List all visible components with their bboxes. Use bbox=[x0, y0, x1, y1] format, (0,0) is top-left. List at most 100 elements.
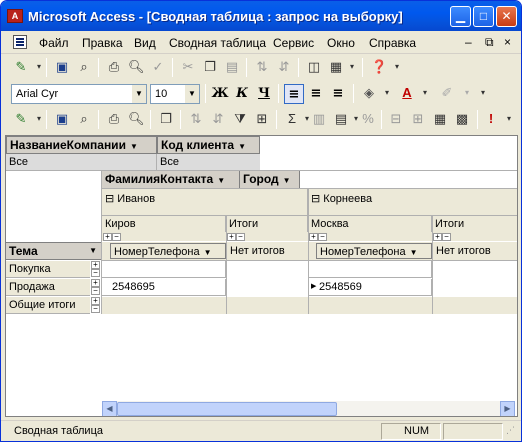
expand-icon[interactable]: + bbox=[227, 233, 236, 241]
autofilter-icon[interactable]: ⧩ bbox=[232, 111, 248, 127]
horizontal-scrollbar[interactable]: ◀ ▶ bbox=[102, 401, 515, 416]
sort-ascending-icon[interactable]: ⇅ bbox=[188, 111, 204, 127]
minimize-button[interactable]: ▁ bbox=[450, 6, 471, 27]
expand-icon[interactable]: + bbox=[309, 233, 318, 241]
cut-icon[interactable]: ✂ bbox=[180, 59, 196, 75]
copy-icon[interactable]: ❐ bbox=[202, 59, 218, 75]
table-cell-phone-korneeva[interactable]: ▶ 2548569 bbox=[308, 279, 432, 296]
line-color-icon[interactable]: ✐ bbox=[439, 85, 455, 101]
hide-details-icon[interactable]: ▦ bbox=[432, 111, 448, 127]
chevron-down-icon[interactable]: ▼ bbox=[130, 142, 138, 151]
collapse-icon[interactable]: − bbox=[442, 233, 451, 241]
copy-icon[interactable]: ❐ bbox=[158, 111, 174, 127]
column-group-korneeva[interactable]: ⊟ Корнеева bbox=[308, 189, 517, 215]
collapse-icon[interactable]: ⊟ bbox=[311, 193, 320, 205]
chevron-down-icon[interactable]: ▼ bbox=[185, 85, 199, 103]
menu-tools[interactable]: Сервис bbox=[273, 36, 314, 50]
font-color-icon[interactable]: A bbox=[399, 85, 415, 101]
data-field-phone-ivanov[interactable]: НомерТелефона ▼ bbox=[110, 243, 226, 259]
table-cell-phone-ivanov[interactable]: 2548695 bbox=[102, 279, 226, 296]
collapse-icon[interactable]: − bbox=[91, 305, 100, 313]
doc-close-icon[interactable]: × bbox=[504, 35, 511, 49]
line-color-dropdown-icon[interactable]: ▾ bbox=[459, 85, 475, 101]
maximize-button[interactable]: □ bbox=[473, 6, 494, 27]
row-field-theme[interactable]: Тема ▼ bbox=[6, 242, 102, 260]
scroll-thumb[interactable] bbox=[117, 402, 337, 416]
toolbar-options-icon[interactable]: ▾ bbox=[501, 111, 517, 127]
data-field-phone-korneeva[interactable]: НомерТелефона ▼ bbox=[316, 243, 432, 259]
fill-color-dropdown-icon[interactable]: ▾ bbox=[379, 85, 395, 101]
table-cell[interactable] bbox=[308, 261, 432, 278]
column-field-city[interactable]: Город ▼ bbox=[240, 171, 300, 188]
print-icon[interactable]: ⎙ bbox=[106, 111, 122, 127]
collapse-icon[interactable]: ⊟ bbox=[388, 111, 404, 127]
print-icon[interactable]: ⎙ bbox=[106, 59, 122, 75]
chevron-down-icon[interactable]: ▼ bbox=[204, 248, 212, 257]
toolbar-options-icon[interactable]: ▾ bbox=[475, 85, 491, 101]
bold-button[interactable]: Ж bbox=[210, 84, 230, 104]
file-search-icon[interactable]: ⌕ bbox=[76, 59, 92, 75]
show-details-icon[interactable]: ▩ bbox=[454, 111, 470, 127]
sort-descending-icon[interactable]: ⇵ bbox=[210, 111, 226, 127]
print-preview-icon[interactable]: 🔍︎ bbox=[128, 111, 145, 127]
pivot-table-area[interactable]: НазваниеКомпании ▼ Код клиента ▼ Все Все Ф… bbox=[5, 135, 518, 417]
collapse-icon[interactable]: − bbox=[112, 233, 121, 241]
font-color-dropdown-icon[interactable]: ▾ bbox=[417, 85, 433, 101]
view-dropdown-icon[interactable]: ▾ bbox=[31, 59, 47, 75]
row-label-sale[interactable]: Продажа bbox=[6, 279, 90, 296]
calculated-totals-icon[interactable]: ▤ bbox=[333, 111, 349, 127]
filter-field-company[interactable]: НазваниеКомпании ▼ bbox=[6, 136, 157, 154]
font-size-combo[interactable]: 10 ▼ bbox=[150, 84, 200, 104]
column-totals-korneeva[interactable]: Итоги bbox=[432, 216, 517, 232]
menu-pivot-table[interactable]: Сводная таблица bbox=[169, 36, 266, 50]
scroll-left-icon[interactable]: ◀ bbox=[102, 401, 117, 416]
save-icon[interactable]: ▣ bbox=[54, 59, 70, 75]
column-field-contact-name[interactable]: ФамилияКонтакта ▼ bbox=[102, 171, 240, 188]
file-search-icon[interactable]: ⌕ bbox=[76, 111, 92, 127]
refresh-icon[interactable]: ! bbox=[483, 111, 499, 127]
expand-icon[interactable]: ⊞ bbox=[410, 111, 426, 127]
title-bar[interactable]: A Microsoft Access - [Сводная таблица : … bbox=[1, 1, 521, 31]
doc-restore-icon[interactable]: ⧉ bbox=[485, 35, 494, 50]
show-top-bottom-icon[interactable]: ⊞ bbox=[254, 111, 270, 127]
doc-minimize-icon[interactable]: – bbox=[465, 35, 472, 49]
chevron-down-icon[interactable]: ▼ bbox=[283, 176, 291, 185]
column-city-moscow[interactable]: Москва bbox=[308, 216, 432, 232]
scroll-right-icon[interactable]: ▶ bbox=[500, 401, 515, 416]
column-totals-ivanov[interactable]: Итоги bbox=[226, 216, 308, 232]
align-right-icon[interactable]: ≡ bbox=[328, 84, 348, 104]
chevron-down-icon[interactable]: ▼ bbox=[89, 243, 97, 259]
collapse-icon[interactable]: − bbox=[91, 287, 100, 295]
menu-help[interactable]: Справка bbox=[369, 36, 416, 50]
close-button[interactable]: ✕ bbox=[496, 6, 517, 27]
table-cell[interactable] bbox=[102, 261, 226, 278]
collapse-icon[interactable]: − bbox=[236, 233, 245, 241]
help-dropdown-icon[interactable]: ▾ bbox=[389, 59, 405, 75]
view-dropdown-icon[interactable]: ▾ bbox=[31, 111, 47, 127]
new-object-icon[interactable]: ▦ bbox=[328, 59, 344, 75]
filter-field-client-code[interactable]: Код клиента ▼ bbox=[157, 136, 260, 154]
view-icon[interactable]: ✎ bbox=[13, 111, 29, 127]
fill-color-icon[interactable]: ◈ bbox=[361, 85, 377, 101]
row-label-purchase[interactable]: Покупка bbox=[6, 261, 90, 278]
save-icon[interactable]: ▣ bbox=[54, 111, 70, 127]
help-icon[interactable]: ❓ bbox=[371, 59, 387, 75]
align-center-icon[interactable]: ≡ bbox=[306, 84, 326, 104]
underline-button[interactable]: Ч bbox=[254, 84, 274, 104]
print-preview-icon[interactable]: 🔍︎ bbox=[128, 59, 145, 75]
resize-grip-icon[interactable]: ⋰ bbox=[506, 425, 515, 436]
chevron-down-icon[interactable]: ▼ bbox=[132, 85, 146, 103]
database-window-icon[interactable]: ◫ bbox=[306, 59, 322, 75]
paste-icon[interactable]: ▤ bbox=[224, 59, 240, 75]
chevron-down-icon[interactable]: ▼ bbox=[238, 142, 246, 151]
pivot-window-icon[interactable] bbox=[13, 35, 27, 49]
align-left-icon[interactable]: ≡ bbox=[284, 84, 304, 104]
chevron-down-icon[interactable]: ▼ bbox=[217, 176, 225, 185]
autocalc-icon[interactable]: Σ bbox=[284, 111, 300, 127]
collapse-icon[interactable]: ⊟ bbox=[105, 193, 114, 205]
show-as-icon[interactable]: % bbox=[360, 111, 376, 127]
subtotal-icon[interactable]: ▥ bbox=[311, 111, 327, 127]
spelling-icon[interactable]: ✓ bbox=[150, 59, 166, 75]
menu-file[interactable]: Файл bbox=[39, 36, 69, 50]
menu-edit[interactable]: Правка bbox=[82, 36, 123, 50]
